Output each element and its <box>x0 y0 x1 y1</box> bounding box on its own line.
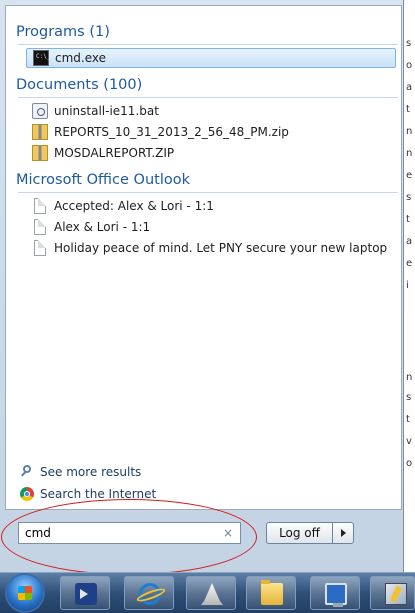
background-text: n <box>406 148 413 159</box>
log-off-button[interactable]: Log off <box>266 522 332 544</box>
background-text: t <box>406 104 410 115</box>
background-text: t <box>406 214 410 225</box>
document-icon <box>34 240 46 256</box>
result-label: uninstall-ie11.bat <box>54 104 159 118</box>
start-orb-icon[interactable] <box>7 575 43 611</box>
putty-icon <box>385 583 407 605</box>
background-text: a <box>406 82 413 93</box>
taskbar-button-cone-app[interactable] <box>186 576 236 610</box>
internet-explorer-icon <box>139 583 161 605</box>
result-mosdalreport-zip[interactable]: MOSDALREPORT.ZIP <box>26 143 396 163</box>
taskbar-button-putty[interactable] <box>370 576 415 610</box>
see-more-results-label: See more results <box>40 465 142 479</box>
search-the-internet-label: Search the Internet <box>40 487 157 501</box>
group-divider <box>18 97 398 98</box>
result-outlook-item[interactable]: Holiday peace of mind. Let PNY secure yo… <box>26 238 396 258</box>
chrome-icon <box>20 487 34 501</box>
taskbar-button-powershell[interactable] <box>60 576 110 610</box>
start-search-box[interactable]: × <box>18 522 241 544</box>
search-results-pane: Programs (1) C:\_ cmd.exe Documents (100… <box>5 5 402 510</box>
search-icon <box>20 465 34 479</box>
result-label: REPORTS_10_31_2013_2_56_48_PM.zip <box>54 125 289 139</box>
search-the-internet-link[interactable]: Search the Internet <box>20 487 156 501</box>
cone-app-icon <box>201 583 223 605</box>
group-divider <box>18 44 398 45</box>
powershell-icon <box>75 583 97 605</box>
document-icon <box>34 219 46 235</box>
background-text: s <box>406 38 412 49</box>
cmd-icon: C:\_ <box>33 50 50 66</box>
programs-group-header[interactable]: Programs (1) <box>16 24 110 40</box>
documents-group-header[interactable]: Documents (100) <box>16 77 142 93</box>
document-icon <box>34 198 46 214</box>
background-text: t <box>406 414 410 425</box>
shutdown-options-arrow-icon[interactable] <box>332 522 354 544</box>
search-input[interactable] <box>19 524 220 542</box>
background-text: n <box>406 126 413 137</box>
clear-search-icon[interactable]: × <box>220 526 236 540</box>
result-outlook-item[interactable]: Accepted: Alex & Lori - 1:1 <box>26 196 396 216</box>
background-text: e <box>406 258 413 269</box>
background-text: s <box>406 392 412 403</box>
taskbar <box>0 572 415 613</box>
taskbar-button-remote-desktop[interactable] <box>310 576 360 610</box>
group-divider <box>18 192 398 193</box>
zip-folder-icon <box>32 145 48 161</box>
background-text: i <box>406 280 409 291</box>
result-cmd-exe[interactable]: C:\_ cmd.exe <box>26 48 396 68</box>
background-text: v <box>406 436 412 447</box>
result-label: Alex & Lori - 1:1 <box>54 220 151 234</box>
remote-desktop-icon <box>325 583 347 607</box>
result-label: MOSDALREPORT.ZIP <box>54 146 175 160</box>
outlook-group-header[interactable]: Microsoft Office Outlook <box>16 172 190 188</box>
batch-file-icon <box>32 103 48 119</box>
background-text: e <box>406 170 413 181</box>
zip-folder-icon <box>32 124 48 140</box>
result-outlook-item[interactable]: Alex & Lori - 1:1 <box>26 217 396 237</box>
result-reports-zip[interactable]: REPORTS_10_31_2013_2_56_48_PM.zip <box>26 122 396 142</box>
result-label: cmd.exe <box>55 51 107 65</box>
background-text: s <box>406 192 412 203</box>
file-explorer-icon <box>261 580 283 605</box>
taskbar-button-internet-explorer[interactable] <box>124 576 174 610</box>
start-menu: Programs (1) C:\_ cmd.exe Documents (100… <box>0 0 404 575</box>
see-more-results-link[interactable]: See more results <box>20 465 141 479</box>
result-label: Holiday peace of mind. Let PNY secure yo… <box>54 241 388 255</box>
background-text: o <box>406 60 413 71</box>
result-label: Accepted: Alex & Lori - 1:1 <box>54 199 214 213</box>
background-text: o <box>406 458 413 469</box>
background-text: a <box>406 236 413 247</box>
background-text: n <box>406 372 413 383</box>
taskbar-button-file-explorer[interactable] <box>246 576 296 610</box>
result-uninstall-ie11-bat[interactable]: uninstall-ie11.bat <box>26 101 396 121</box>
